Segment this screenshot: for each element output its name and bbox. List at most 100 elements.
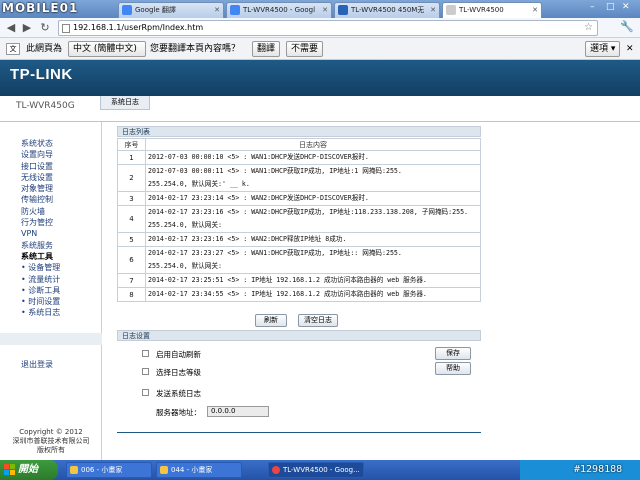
close-window-icon[interactable]: ✕	[622, 1, 630, 13]
log-line: 2014-02-17 23:34:55 <5> : IP地址 192.168.1…	[148, 290, 427, 298]
browser-tab[interactable]: Google 翻譯 ✕	[118, 2, 224, 18]
watermark-logo: MOBILE01	[2, 1, 79, 15]
no-translate-button[interactable]: 不需要	[286, 41, 324, 57]
log-line: 2012-07-03 00:00:10 <5> : WAN1:DHCP发送DHC…	[148, 153, 369, 161]
taskbar-item[interactable]: 044 - 小畫家	[156, 462, 242, 478]
taskbar-item[interactable]: 006 - 小畫家	[66, 462, 152, 478]
options-label: 選項	[590, 44, 609, 54]
router-header	[0, 60, 640, 96]
translate-prefix: 此網頁為	[26, 44, 63, 54]
browser-tab[interactable]: TL-WVR4500 - Googl ✕	[226, 2, 332, 18]
sidebar-item[interactable]: 对象管理	[21, 183, 60, 194]
url-input[interactable]: 192.168.1.1/userRpm/Index.htm ☆	[58, 20, 598, 36]
close-tab-icon[interactable]: ✕	[322, 3, 328, 17]
tplink-favicon-icon	[338, 5, 348, 15]
log-message: 2012-07-03 00:00:11 <5> : WAN1:DHCP获取IP成…	[145, 164, 481, 192]
page-icon	[62, 24, 70, 33]
forward-icon[interactable]: ▶	[20, 21, 34, 35]
copyright-line: 版权所有	[37, 446, 65, 454]
sidebar-item[interactable]: VPN	[21, 228, 60, 239]
close-bar-icon[interactable]: ✕	[626, 38, 634, 60]
close-tab-icon[interactable]: ✕	[532, 3, 538, 17]
reload-icon[interactable]: ↻	[38, 21, 52, 35]
log-index: 8	[117, 287, 146, 302]
start-label: 開始	[18, 464, 38, 475]
translate-icon: 文	[6, 43, 20, 55]
maximize-icon[interactable]: □	[606, 1, 615, 13]
sidebar-item[interactable]: • 设备管理	[21, 262, 60, 273]
tab-label: TL-WVR4500 - Googl	[243, 6, 316, 14]
tab-label: TL-WVR4500	[459, 6, 504, 14]
translate-options-button[interactable]: 選項 ▾	[585, 41, 621, 57]
model-row	[0, 96, 640, 122]
taskbar-item-label: 006 - 小畫家	[81, 466, 123, 474]
sidebar-item[interactable]: • 流量统计	[21, 274, 60, 285]
log-line: 2014-02-17 23:23:16 <5> : WAN2:DHCP释放IP地…	[148, 235, 347, 243]
log-table: 序号 日志内容 1 2012-07-03 00:00:10 <5> : WAN1:…	[117, 138, 481, 302]
translate-button[interactable]: 翻譯	[252, 41, 281, 57]
log-message: 2014-02-17 23:23:16 <5> : WAN2:DHCP释放IP地…	[145, 232, 481, 247]
translate-bar: 文 此網頁為 中文 (簡體中文) ▾ 您要翻譯本頁內容嗎？ 翻譯 不需要 選項 …	[0, 38, 640, 68]
sidebar-item[interactable]: 系统工具	[21, 251, 60, 262]
sidebar-item[interactable]: 系统状态	[21, 138, 60, 149]
log-line: 255.254.0, 默认网关:	[148, 221, 223, 229]
browser-tab[interactable]: TL-WVR4500 450M无 ✕	[334, 2, 440, 18]
language-select[interactable]: 中文 (簡體中文) ▾	[68, 41, 146, 68]
send-syslog-checkbox[interactable]	[142, 389, 149, 396]
help-button[interactable]: 帮助	[435, 362, 471, 375]
log-message: 2014-02-17 23:23:27 <5> : WAN1:DHCP获取IP成…	[145, 246, 481, 274]
sidebar-item[interactable]: 传输控制	[21, 194, 60, 205]
clear-log-button[interactable]: 清空日志	[298, 314, 338, 327]
google-translate-icon	[122, 5, 132, 15]
sidebar-item[interactable]: • 诊断工具	[21, 285, 60, 296]
log-message: 2014-02-17 23:25:51 <5> : IP地址 192.168.1…	[145, 273, 481, 288]
log-index: 1	[117, 150, 146, 165]
save-button[interactable]: 保存	[435, 347, 471, 360]
table-row: 4 2014-02-17 23:23:16 <5> : WAN2:DHCP获取IP…	[117, 205, 481, 233]
table-row: 2 2012-07-03 00:00:11 <5> : WAN1:DHCP获取IP…	[117, 164, 481, 192]
browser-tab-active[interactable]: TL-WVR4500 ✕	[442, 2, 542, 18]
refresh-button[interactable]: 刷新	[255, 314, 287, 327]
close-tab-icon[interactable]: ✕	[430, 3, 436, 17]
table-row: 1 2012-07-03 00:00:10 <5> : WAN1:DHCP发送DH…	[117, 150, 481, 165]
server-address-label: 服务器地址：	[156, 408, 201, 417]
bookmark-star-icon[interactable]: ☆	[584, 21, 593, 35]
brand-logo: TP-LINK	[10, 66, 73, 83]
sidebar-item[interactable]: • 时间设置	[21, 296, 60, 307]
sidebar-item[interactable]: 防火墙	[21, 206, 60, 217]
taskbar-item-label: TL-WVR4500 - Goog...	[283, 466, 360, 474]
sidebar-item[interactable]: 系统服务	[21, 240, 60, 251]
sidebar-item[interactable]: 行为管控	[21, 217, 60, 228]
start-button[interactable]: 開始	[0, 460, 58, 480]
log-line: 2014-02-17 23:25:51 <5> : IP地址 192.168.1…	[148, 276, 427, 284]
taskbar-item-label: 044 - 小畫家	[171, 466, 213, 474]
tab-system-log[interactable]: 系统日志	[100, 96, 150, 110]
table-row: 5 2014-02-17 23:23:16 <5> : WAN2:DHCP释放IP…	[117, 232, 481, 247]
sidebar-item[interactable]: 无线设置	[21, 172, 60, 183]
log-index: 4	[117, 205, 146, 233]
close-tab-icon[interactable]: ✕	[214, 3, 220, 17]
log-line: 255.254.0, 默认网关:	[148, 262, 223, 270]
table-row: 8 2014-02-17 23:34:55 <5> : IP地址 192.168.…	[117, 287, 481, 302]
google-icon	[230, 5, 240, 15]
chrome-icon	[272, 466, 280, 474]
minimize-icon[interactable]: –	[590, 1, 595, 13]
log-line: 2014-02-17 23:23:27 <5> : WAN1:DHCP获取IP成…	[148, 249, 402, 257]
sidebar-item[interactable]: 设置向导	[21, 149, 60, 160]
tab-label: TL-WVR4500 450M无	[351, 6, 425, 14]
log-index: 5	[117, 232, 146, 247]
server-address-input[interactable]: 0.0.0.0	[207, 406, 269, 417]
select-level-checkbox[interactable]	[142, 368, 149, 375]
auto-refresh-checkbox[interactable]	[142, 350, 149, 357]
back-icon[interactable]: ◀	[4, 21, 18, 35]
url-text: 192.168.1.1/userRpm/Index.htm	[73, 23, 204, 32]
taskbar-item-active[interactable]: TL-WVR4500 - Goog...	[268, 462, 364, 478]
sidebar: 系统状态 设置向导 接口设置 无线设置 对象管理 传输控制 防火墙 行为管控 VPN 系统服务 系统…	[0, 122, 102, 460]
log-message: 2014-02-17 23:23:16 <5> : WAN2:DHCP获取IP成…	[145, 205, 481, 233]
sidebar-item[interactable]: • 系统日志	[21, 307, 60, 318]
logout-link[interactable]: 退出登录	[21, 359, 53, 370]
panel-divider	[117, 432, 481, 433]
sidebar-item[interactable]: 接口设置	[21, 161, 60, 172]
log-line: 2012-07-03 00:00:11 <5> : WAN1:DHCP获取IP成…	[148, 167, 402, 175]
wrench-icon[interactable]: 🔧	[620, 20, 634, 33]
